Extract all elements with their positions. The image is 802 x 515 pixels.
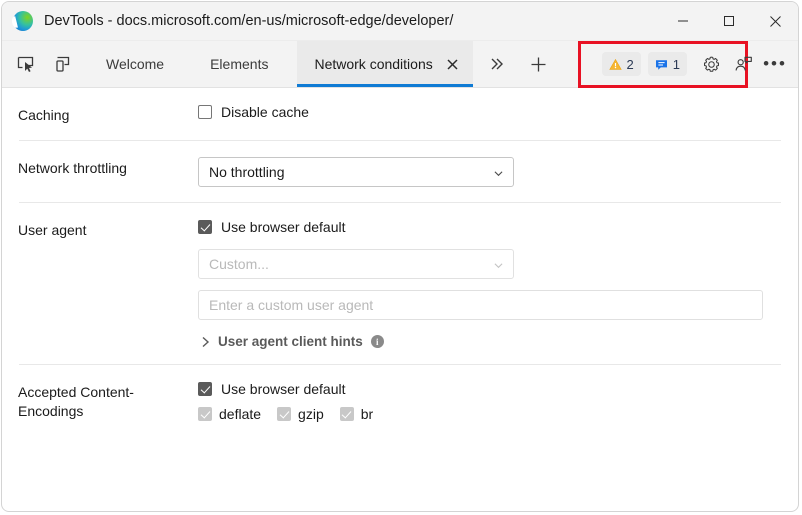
- devtools-window: DevTools - docs.microsoft.com/en-us/micr…: [1, 1, 799, 512]
- disable-cache-checkbox[interactable]: Disable cache: [198, 104, 782, 120]
- caching-label: Caching: [18, 107, 70, 123]
- issues-count: 1: [672, 56, 680, 72]
- checkbox-box: [277, 407, 292, 421]
- chevron-double-right-icon: [491, 58, 503, 70]
- encoding-gzip-checkbox[interactable]: gzip: [277, 406, 324, 422]
- issue-message-icon: [655, 59, 667, 70]
- edge-logo-icon: [13, 11, 33, 31]
- minimize-button[interactable]: [660, 2, 706, 40]
- inspect-element-button[interactable]: [11, 49, 41, 79]
- accepted-content-encodings-row: Accepted Content-Encodings Use browser d…: [18, 365, 782, 437]
- device-emulation-button[interactable]: [47, 49, 77, 79]
- caching-body: Disable cache: [198, 104, 782, 120]
- warning-triangle-icon: [608, 58, 622, 70]
- encoding-label: deflate: [219, 406, 262, 422]
- devtools-tab-bar: Welcome Elements Network conditions 2 1 …: [2, 41, 798, 88]
- device-emulation-icon: [56, 56, 70, 72]
- user-agent-client-hints-expander[interactable]: User agent client hints i: [198, 334, 782, 349]
- encodings-list: deflate gzip br: [198, 406, 782, 422]
- chevron-down-icon: [494, 263, 503, 269]
- chevron-right-icon: [198, 336, 212, 348]
- close-button[interactable]: [752, 2, 798, 40]
- encoding-label: gzip: [298, 406, 324, 422]
- window-title: DevTools - docs.microsoft.com/en-us/micr…: [44, 13, 454, 29]
- minimize-icon: [678, 20, 688, 22]
- network-throttling-select[interactable]: No throttling: [198, 157, 514, 187]
- gear-icon: [703, 56, 719, 72]
- network-throttling-body: No throttling: [198, 157, 782, 187]
- close-icon: [447, 58, 458, 70]
- close-icon: [769, 15, 781, 27]
- encoding-deflate-checkbox[interactable]: deflate: [198, 406, 261, 422]
- feedback-icon: [735, 56, 752, 71]
- user-agent-custom-select[interactable]: Custom...: [198, 249, 514, 279]
- ua-use-browser-default-label: Use browser default: [221, 219, 346, 235]
- feedback-button[interactable]: [728, 49, 758, 79]
- user-agent-custom-value: Custom...: [209, 256, 269, 272]
- checkbox-box: [198, 407, 212, 421]
- window-controls: [660, 2, 798, 40]
- warnings-count: 2: [626, 56, 634, 72]
- settings-button[interactable]: [696, 49, 726, 79]
- tab-bar-actions: 2 1 •••: [601, 41, 790, 87]
- caching-row: Caching Disable cache: [18, 88, 782, 140]
- encodings-use-browser-default-checkbox[interactable]: Use browser default: [198, 381, 782, 397]
- tab-elements[interactable]: Elements: [193, 41, 285, 87]
- encodings-use-browser-default-label: Use browser default: [221, 381, 346, 397]
- checkbox-box: [339, 407, 354, 421]
- maximize-button[interactable]: [706, 2, 752, 40]
- network-conditions-panel: Caching Disable cache Network throttling…: [2, 88, 798, 437]
- ellipsis-icon: •••: [763, 54, 787, 73]
- inspect-element-icon: [17, 56, 34, 72]
- tab-welcome[interactable]: Welcome: [89, 41, 181, 87]
- user-agent-row: User agent Use browser default Custom...…: [18, 203, 782, 364]
- info-icon[interactable]: i: [370, 335, 384, 348]
- checkbox-box: [198, 220, 212, 234]
- network-throttling-row: Network throttling No throttling: [18, 141, 782, 202]
- tab-close-button[interactable]: [443, 54, 463, 74]
- add-tab-button[interactable]: [524, 49, 554, 79]
- user-agent-client-hints-label: User agent client hints: [218, 334, 363, 349]
- encoding-label: br: [360, 406, 374, 422]
- tab-label: Welcome: [106, 56, 165, 72]
- chevron-down-icon: [494, 171, 503, 177]
- user-agent-label: User agent: [18, 222, 87, 238]
- plus-icon: [531, 57, 546, 71]
- maximize-icon: [724, 16, 734, 26]
- network-throttling-label: Network throttling: [18, 160, 127, 176]
- user-agent-body: Use browser default Custom... Enter a cu…: [198, 219, 782, 349]
- user-agent-input-placeholder: Enter a custom user agent: [209, 297, 374, 313]
- accepted-content-encodings-label: Accepted Content-Encodings: [18, 384, 134, 419]
- warnings-badge[interactable]: 2: [601, 52, 641, 76]
- tab-label: Elements: [210, 56, 269, 72]
- issues-badge[interactable]: 1: [647, 52, 687, 76]
- title-bar: DevTools - docs.microsoft.com/en-us/micr…: [2, 2, 798, 41]
- more-tabs-button[interactable]: [483, 50, 511, 78]
- accepted-content-encodings-body: Use browser default deflate gzip br: [198, 381, 782, 422]
- more-options-button[interactable]: •••: [760, 49, 790, 79]
- tab-label: Network conditions: [314, 56, 433, 72]
- disable-cache-label: Disable cache: [221, 104, 309, 120]
- checkbox-box: [198, 382, 212, 396]
- checkbox-box: [198, 105, 212, 119]
- encoding-br-checkbox[interactable]: br: [339, 406, 374, 422]
- tab-network-conditions[interactable]: Network conditions: [297, 41, 749, 88]
- ua-use-browser-default-checkbox[interactable]: Use browser default: [198, 219, 782, 235]
- network-throttling-value: No throttling: [209, 164, 285, 180]
- user-agent-input[interactable]: Enter a custom user agent: [198, 290, 763, 320]
